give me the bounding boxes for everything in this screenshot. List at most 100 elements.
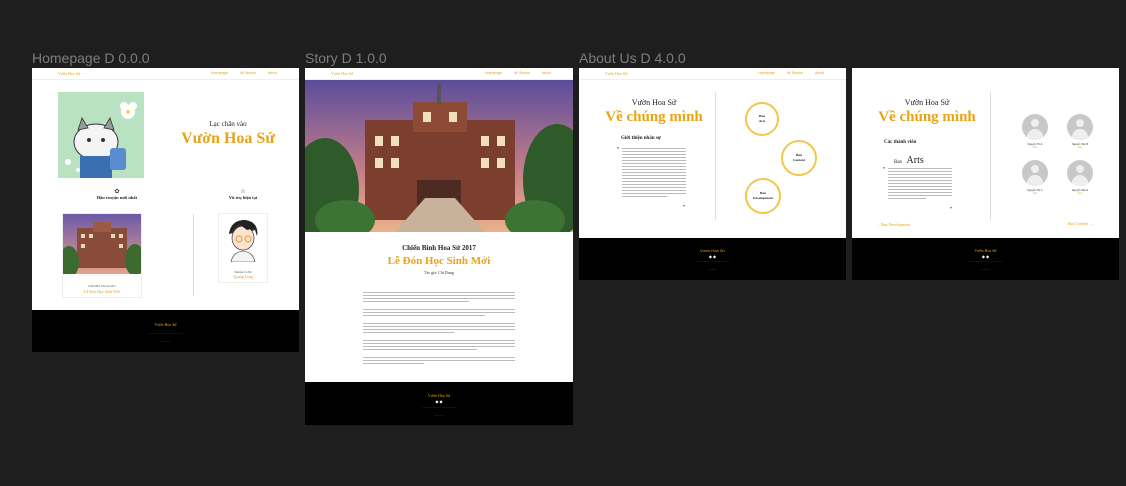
- quote-icon: ❝: [883, 166, 886, 171]
- member-role: Arts: [1077, 192, 1083, 195]
- team-name: Arts: [906, 155, 924, 166]
- hero-text: Lạc chân vào Vườn Hoa Sứ: [172, 120, 284, 148]
- nav-link-home[interactable]: Homepage: [758, 71, 775, 75]
- nav-links: Homepage All Stories About: [485, 71, 551, 75]
- member-role: Arts: [1077, 146, 1083, 149]
- flower-icon: ✿: [114, 189, 120, 195]
- star-icon: ☆: [240, 189, 246, 195]
- frame-label-about[interactable]: About Us D 4.0.0: [579, 50, 686, 66]
- intro-paragraph: [622, 148, 686, 199]
- nav-brand[interactable]: Vườn Hoa Sứ: [58, 71, 80, 76]
- footer-copyright: ············: [434, 414, 444, 417]
- latest-card-title[interactable]: Lễ Đón Học Sinh Mới: [63, 289, 141, 294]
- quote-icon: ❞: [950, 206, 953, 211]
- latest-heading: Đầu truyện mới nhất: [96, 195, 138, 200]
- avatar: [1067, 114, 1093, 140]
- team-circle-arts[interactable]: Ban Arts: [745, 102, 779, 136]
- nav-links: Homepage All Stories About: [758, 71, 824, 75]
- hero-illustration: [58, 92, 144, 178]
- social-icon[interactable]: ◆ ◆: [852, 254, 1119, 259]
- story-title: Lễ Đón Học Sinh Mới: [387, 255, 491, 267]
- footer-text: ········································…: [421, 406, 457, 409]
- story-frame[interactable]: Vườn Hoa Sứ Homepage All Stories About C…: [305, 68, 573, 425]
- prev-team-link[interactable]: ← Ban Development: [876, 222, 910, 227]
- frame-label-homepage[interactable]: Homepage D 0.0.0: [32, 50, 150, 66]
- nav-link-stories[interactable]: All Stories: [787, 71, 803, 75]
- site-footer: Vườn Hoa Sứ ····························…: [32, 310, 299, 352]
- member-card[interactable]: Nguyễn Thị A Arts: [1018, 114, 1052, 149]
- hero-welcome: Lạc chân vào: [209, 120, 247, 128]
- story-series: Chiến Binh Hoa Sứ 2017: [402, 244, 476, 252]
- about-title-block: Vườn Hoa Sứ Về chúng mình: [597, 98, 711, 126]
- team-circle-development[interactable]: Ban Development: [745, 178, 781, 214]
- about-frame-2[interactable]: Vườn Hoa Sứ Về chúng mình Các thành viên…: [852, 68, 1119, 280]
- nav-link-stories[interactable]: All Stories: [514, 71, 530, 75]
- about-divider: [990, 92, 991, 220]
- about-brand: Vườn Hoa Sứ: [904, 98, 950, 107]
- quote-icon: ❞: [683, 204, 686, 209]
- homepage-frame[interactable]: Vườn Hoa Sứ Homepage All Stories About L…: [32, 68, 299, 352]
- latest-section-heading: ✿ Đầu truyện mới nhất: [72, 188, 162, 200]
- member-card[interactable]: Nguyễn Văn D Arts: [1063, 160, 1097, 195]
- avatar: [1022, 114, 1048, 140]
- about-divider: [715, 92, 716, 220]
- member-card[interactable]: Nguyễn Văn B Arts: [1063, 114, 1097, 149]
- universe-character-thumbnail: [219, 214, 267, 263]
- member-card[interactable]: Nguyễn Thị C Arts: [1018, 160, 1052, 195]
- about-members-content: Vườn Hoa Sứ Về chúng mình Các thành viên…: [852, 68, 1119, 238]
- team-prefix: Ban: [894, 160, 903, 165]
- universe-card[interactable]: Website Co Nữ Quang Long: [218, 213, 268, 283]
- avatar: [1022, 160, 1048, 186]
- footer-copyright: ············: [160, 340, 171, 343]
- nav-link-about[interactable]: About: [268, 71, 277, 75]
- next-team-link[interactable]: Ban Content →: [1068, 221, 1093, 226]
- nav-brand[interactable]: Vườn Hoa Sứ: [331, 71, 353, 76]
- nav-link-about[interactable]: About: [542, 71, 551, 75]
- nav-link-about[interactable]: About: [815, 71, 824, 75]
- top-nav: Vườn Hoa Sứ Homepage All Stories About: [305, 68, 573, 80]
- about-title: Về chúng mình: [605, 109, 703, 125]
- about-content: Vườn Hoa Sứ Homepage All Stories About V…: [579, 68, 846, 238]
- top-nav: Vườn Hoa Sứ Homepage All Stories About: [32, 68, 299, 80]
- footer-title: Vườn Hoa Sứ: [154, 322, 177, 327]
- story-header: Chiến Binh Hoa Sứ 2017 Lễ Đón Học Sinh M…: [305, 244, 573, 275]
- hero-site-title: Vườn Hoa Sứ: [181, 130, 275, 147]
- footer-title: Vườn Hoa Sứ: [699, 248, 726, 253]
- universe-card-title[interactable]: Quang Long: [219, 274, 267, 279]
- top-nav: Vườn Hoa Sứ Homepage All Stories About: [579, 68, 846, 80]
- frame-label-story[interactable]: Story D 1.0.0: [305, 50, 387, 66]
- about-brand: Vườn Hoa Sứ: [631, 98, 677, 107]
- members-heading: Các thành viên: [884, 140, 917, 145]
- footer-text: ········································…: [148, 332, 183, 335]
- footer-copyright: ············: [707, 268, 718, 271]
- quote-icon: ❝: [617, 146, 620, 151]
- site-footer: Vườn Hoa Sứ ◆ ◆ ························…: [305, 382, 573, 425]
- footer-text: ········································…: [968, 260, 1003, 263]
- intro-heading: Giới thiệu nhân sự: [621, 136, 661, 141]
- latest-story-thumbnail: [59, 214, 145, 278]
- about-title: Về chúng mình: [878, 109, 976, 125]
- avatar: [1067, 160, 1093, 186]
- nav-link-home[interactable]: Homepage: [211, 71, 228, 75]
- team-description: [888, 168, 952, 201]
- about-title-block: Vườn Hoa Sứ Về chúng mình: [870, 98, 984, 126]
- footer-copyright: ············: [980, 268, 991, 271]
- nav-brand[interactable]: Vườn Hoa Sứ: [605, 71, 627, 76]
- nav-links: Homepage All Stories About: [211, 71, 277, 75]
- nav-link-stories[interactable]: All Stories: [240, 71, 256, 75]
- social-icon[interactable]: ◆ ◆: [305, 399, 573, 404]
- story-body: [363, 292, 515, 366]
- story-author: Tác giả: Chi Dung: [424, 270, 454, 275]
- member-role: Arts: [1032, 192, 1038, 195]
- team-circle-content[interactable]: Ban Content: [781, 140, 817, 176]
- member-role: Arts: [1032, 146, 1038, 149]
- footer-text: ········································…: [695, 260, 730, 263]
- latest-story-card[interactable]: Chiến Binh Hoa Sứ 2017 Lễ Đón Học Sinh M…: [59, 213, 145, 298]
- social-icon[interactable]: ◆ ◆: [579, 254, 846, 259]
- nav-link-home[interactable]: Homepage: [485, 71, 502, 75]
- about-frame-1[interactable]: Vườn Hoa Sứ Homepage All Stories About V…: [579, 68, 846, 280]
- section-divider: [193, 214, 194, 296]
- latest-card-meta: Chiến Binh Hoa Sứ 2017: [88, 285, 116, 288]
- story-banner-image: [305, 80, 573, 232]
- footer-title: Vườn Hoa Sứ: [427, 393, 451, 398]
